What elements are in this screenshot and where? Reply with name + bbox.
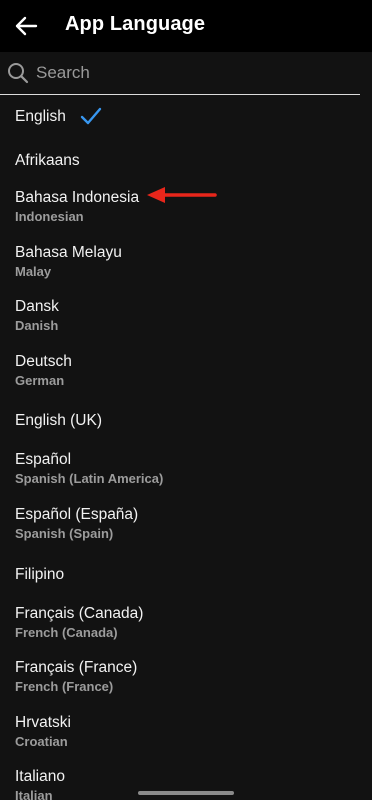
language-option-hrvatski[interactable]: Hrvatski Croatian: [0, 706, 372, 761]
language-english-name: Croatian: [15, 733, 68, 749]
language-option-deutsch[interactable]: Deutsch German: [0, 345, 372, 400]
language-english-name: Spanish (Spain): [15, 525, 114, 541]
search-bar: [0, 52, 360, 95]
language-english-name: Indonesian: [15, 209, 84, 224]
search-input[interactable]: [34, 58, 338, 88]
language-option-english-uk[interactable]: English (UK): [0, 399, 372, 443]
language-native-name: Italiano: [15, 768, 65, 786]
language-native-name: English (UK): [15, 412, 102, 430]
language-option-english[interactable]: English: [0, 95, 372, 139]
language-option-espanol-espana[interactable]: Español (España) Spanish (Spain): [0, 498, 372, 553]
language-english-name: Danish: [15, 318, 59, 334]
app-language-screen: App Language English Afrikaans Bahasa In…: [0, 0, 372, 800]
language-option-afrikaans[interactable]: Afrikaans: [0, 139, 372, 181]
language-english-name: French (Canada): [15, 624, 118, 640]
annotation-arrow-icon: [147, 187, 217, 203]
checkmark-icon: [80, 107, 102, 125]
top-bar: App Language: [0, 0, 372, 52]
language-native-name: Español (España): [15, 505, 139, 523]
search-icon: [8, 63, 29, 84]
page-title: App Language: [65, 13, 206, 35]
back-button[interactable]: [8, 8, 44, 44]
language-option-dansk[interactable]: Dansk Danish: [0, 290, 372, 345]
language-english-name: Malay: [15, 263, 52, 279]
language-english-name: French (France): [15, 679, 114, 695]
language-list: English Afrikaans Bahasa Indonesia Indon…: [0, 95, 372, 800]
language-english-name: German: [15, 372, 65, 388]
language-option-bahasa-indonesia[interactable]: Bahasa Indonesia Indonesian: [0, 181, 372, 236]
arrow-left-icon: [15, 16, 38, 36]
language-native-name: Hrvatski: [15, 713, 71, 731]
language-option-espanol[interactable]: Español Spanish (Latin America): [0, 443, 372, 498]
language-native-name: Filipino: [15, 565, 65, 583]
language-option-francais-canada[interactable]: Français (Canada) French (Canada): [0, 597, 372, 652]
language-native-name: Afrikaans: [15, 152, 80, 169]
language-native-name: Deutsch: [15, 352, 72, 370]
language-option-filipino[interactable]: Filipino: [0, 553, 372, 597]
home-indicator[interactable]: [138, 791, 234, 795]
language-native-name: Bahasa Melayu: [15, 243, 122, 261]
language-native-name: English: [15, 108, 66, 125]
language-english-name: Spanish (Latin America): [15, 471, 164, 487]
language-english-name: Italian: [15, 788, 53, 800]
language-option-francais-france[interactable]: Français (France) French (France): [0, 651, 372, 706]
language-native-name: Dansk: [15, 298, 59, 316]
language-option-bahasa-melayu[interactable]: Bahasa Melayu Malay: [0, 236, 372, 291]
language-native-name: Bahasa Indonesia: [15, 189, 140, 206]
language-native-name: Français (France): [15, 659, 138, 677]
language-native-name: Español: [15, 451, 72, 469]
language-native-name: Français (Canada): [15, 604, 144, 622]
